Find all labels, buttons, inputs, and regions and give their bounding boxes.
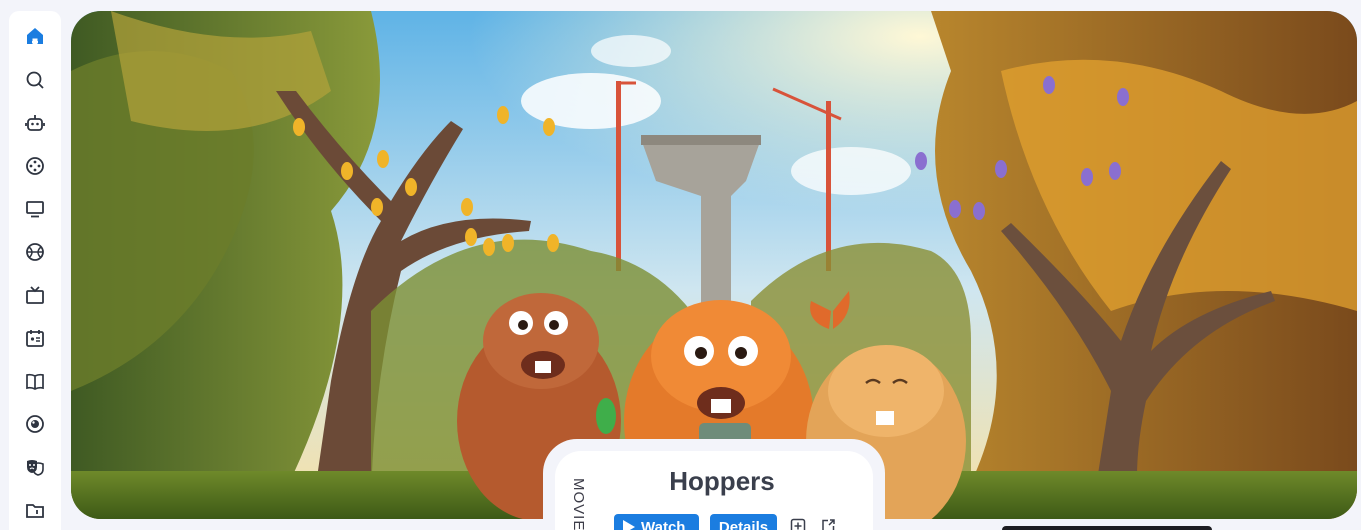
search-icon xyxy=(26,71,44,89)
scroll-indicator xyxy=(1002,526,1212,530)
anime-icon xyxy=(26,415,44,433)
calendar-card-icon xyxy=(26,330,44,347)
sidebar-item-movies[interactable] xyxy=(9,148,61,184)
tv-icon xyxy=(26,286,44,304)
sidebar-item-schedule[interactable] xyxy=(9,320,61,356)
home-icon xyxy=(27,28,43,44)
robot-icon xyxy=(25,115,45,131)
external-link-icon[interactable] xyxy=(820,518,836,530)
film-reel-icon xyxy=(26,157,44,175)
book-icon xyxy=(26,373,44,390)
details-button-label: Details xyxy=(718,519,769,530)
sidebar-item-library[interactable] xyxy=(9,492,61,528)
sidebar-item-ai[interactable] xyxy=(9,105,61,141)
add-to-list-icon[interactable] xyxy=(790,518,806,530)
sidebar-item-search[interactable] xyxy=(9,62,61,98)
folder-icon xyxy=(26,504,44,518)
details-button[interactable]: Details xyxy=(710,514,777,530)
sidebar-item-anime[interactable] xyxy=(9,406,61,442)
sidebar xyxy=(9,11,61,530)
watch-button[interactable]: Watch xyxy=(614,514,699,530)
watch-button-label: Watch xyxy=(641,519,686,530)
theater-masks-icon xyxy=(27,460,44,476)
play-icon xyxy=(623,520,635,530)
monitor-icon xyxy=(26,201,44,218)
basketball-icon xyxy=(26,243,44,261)
sidebar-item-series[interactable] xyxy=(9,191,61,227)
media-type-label: MOVIE xyxy=(570,478,587,530)
sidebar-item-home[interactable] xyxy=(9,18,61,54)
sidebar-item-theater[interactable] xyxy=(9,449,61,485)
sidebar-item-books[interactable] xyxy=(9,363,61,399)
sidebar-item-live-tv[interactable] xyxy=(9,277,61,313)
title-heading[interactable]: Hoppers xyxy=(600,466,844,497)
sidebar-item-sports[interactable] xyxy=(9,234,61,270)
